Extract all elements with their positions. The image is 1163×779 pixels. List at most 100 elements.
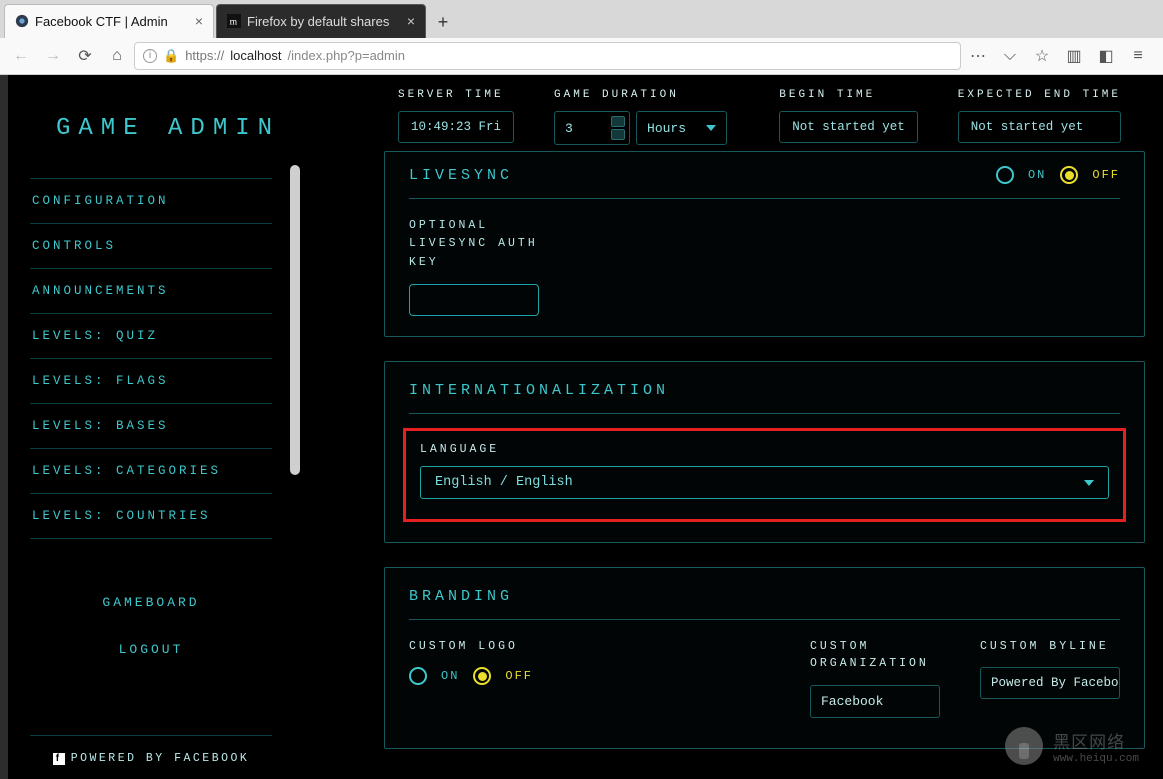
custom-org-field: CUSTOMORGANIZATION Facebook	[810, 638, 940, 718]
close-icon[interactable]: ×	[407, 13, 415, 29]
sidebar-toggle-icon[interactable]: ◧	[1091, 42, 1121, 70]
custom-byline-input[interactable]: Powered By Facebo	[980, 667, 1120, 699]
livesync-body: OPTIONAL LIVESYNC AUTH KEY	[409, 217, 1120, 316]
sidebar: GAME ADMIN CONFIGURATION CONTROLS ANNOUN…	[8, 75, 294, 779]
watermark-text: 黑区网络	[1053, 733, 1125, 752]
end-time-field: EXPECTED END TIME Not started yet	[958, 89, 1121, 145]
logo-off-radio[interactable]	[473, 667, 491, 685]
custom-org-label: CUSTOMORGANIZATION	[810, 638, 940, 673]
sidebar-nav: CONFIGURATION CONTROLS ANNOUNCEMENTS LEV…	[30, 178, 272, 539]
sidebar-item-levels-categories[interactable]: LEVELS: CATEGORIES	[30, 448, 272, 493]
begin-time-value: Not started yet	[779, 111, 918, 143]
i18n-panel: INTERNATIONALIZATION LANGUAGE English / …	[384, 361, 1145, 543]
svg-text:m: m	[230, 17, 238, 28]
duration-value: 3	[565, 121, 573, 136]
forward-button[interactable]: →	[38, 42, 68, 70]
off-label: OFF	[1092, 168, 1120, 182]
powered-by: f POWERED BY FACEBOOK	[30, 735, 272, 765]
custom-logo-toggle: ON OFF	[409, 667, 533, 685]
lock-icon: 🔒	[163, 48, 179, 64]
duration-unit-select[interactable]: Hours	[636, 111, 727, 145]
main-content: SERVER TIME 10:49:23 Fri GAME DURATION 3…	[294, 75, 1163, 779]
new-tab-button[interactable]: +	[428, 8, 458, 38]
reload-button[interactable]: ⟳	[70, 42, 100, 70]
url-path: /index.php?p=admin	[288, 48, 405, 63]
favicon-icon	[15, 14, 29, 28]
browser-toolbar: ← → ⟳ ⌂ i 🔒 https:// localhost/index.php?…	[0, 38, 1163, 75]
time-row: SERVER TIME 10:49:23 Fri GAME DURATION 3…	[384, 75, 1145, 151]
livesync-on-radio[interactable]	[996, 166, 1014, 184]
branding-panel: BRANDING CUSTOM LOGO ON OFF CUSTOMORGANI…	[384, 567, 1145, 749]
i18n-title: INTERNATIONALIZATION	[409, 382, 1120, 414]
duration-unit: Hours	[647, 121, 686, 136]
sidebar-item-levels-flags[interactable]: LEVELS: FLAGS	[30, 358, 272, 403]
pocket-icon[interactable]: ⌵	[995, 42, 1025, 70]
end-time-label: EXPECTED END TIME	[958, 89, 1121, 101]
custom-logo-label: CUSTOM LOGO	[409, 638, 533, 655]
sidebar-item-announcements[interactable]: ANNOUNCEMENTS	[30, 268, 272, 313]
watermark-icon	[1005, 727, 1043, 765]
watermark-sub: www.heiqu.com	[1053, 753, 1139, 765]
library-icon[interactable]: ▥	[1059, 42, 1089, 70]
off-label: OFF	[505, 669, 533, 683]
custom-byline-field: CUSTOM BYLINE Powered By Facebo	[980, 638, 1120, 718]
language-select[interactable]: English / English	[420, 466, 1109, 499]
watermark: 黑区网络 www.heiqu.com	[1005, 727, 1139, 765]
browser-tab-active[interactable]: Facebook CTF | Admin ×	[4, 4, 214, 38]
browser-chrome: Facebook CTF | Admin × m Firefox by defa…	[0, 0, 1163, 75]
close-icon[interactable]: ×	[195, 13, 203, 29]
chevron-down-icon	[1084, 480, 1094, 486]
livesync-key-input[interactable]	[409, 284, 539, 316]
sidebar-scrollbar[interactable]	[290, 165, 300, 475]
sidebar-item-levels-quiz[interactable]: LEVELS: QUIZ	[30, 313, 272, 358]
end-time-value: Not started yet	[958, 111, 1121, 143]
bookmark-icon[interactable]: ☆	[1027, 42, 1057, 70]
sidebar-item-levels-bases[interactable]: LEVELS: BASES	[30, 403, 272, 448]
server-time-field: SERVER TIME 10:49:23 Fri	[398, 89, 514, 145]
begin-time-field: BEGIN TIME Not started yet	[779, 89, 918, 145]
chevron-down-icon	[706, 125, 716, 131]
language-label: LANGUAGE	[420, 443, 1109, 456]
info-icon[interactable]: i	[143, 49, 157, 63]
begin-time-label: BEGIN TIME	[779, 89, 918, 101]
toolbar-right: ⋯ ⌵ ☆ ▥ ◧ ≡	[963, 42, 1157, 70]
back-button[interactable]: ←	[6, 42, 36, 70]
url-bar[interactable]: i 🔒 https:// localhost/index.php?p=admin	[134, 42, 961, 70]
language-value: English / English	[435, 475, 573, 490]
logo-on-radio[interactable]	[409, 667, 427, 685]
browser-tab-inactive[interactable]: m Firefox by default shares ×	[216, 4, 426, 38]
window-edge	[0, 75, 8, 779]
custom-org-input[interactable]: Facebook	[810, 685, 940, 718]
facebook-icon: f	[53, 753, 65, 765]
custom-logo-field: CUSTOM LOGO ON OFF	[409, 638, 533, 718]
livesync-panel: LIVESYNC ON OFF OPTIONAL LIVESYNC AUTH K…	[384, 151, 1145, 337]
game-duration-label: GAME DURATION	[554, 89, 727, 101]
tab-label: Firefox by default shares	[247, 14, 401, 29]
gameboard-link[interactable]: GAMEBOARD	[30, 579, 272, 626]
logout-link[interactable]: LOGOUT	[30, 626, 272, 673]
sidebar-item-controls[interactable]: CONTROLS	[30, 223, 272, 268]
branding-grid: CUSTOM LOGO ON OFF CUSTOMORGANIZATION Fa…	[409, 638, 1120, 718]
on-label: ON	[1028, 168, 1046, 182]
livesync-title: LIVESYNC	[409, 167, 513, 184]
branding-title: BRANDING	[409, 588, 1120, 620]
favicon-icon: m	[227, 14, 241, 28]
app-root: GAME ADMIN CONFIGURATION CONTROLS ANNOUN…	[0, 75, 1163, 779]
home-button[interactable]: ⌂	[102, 42, 132, 70]
url-host: localhost	[230, 48, 281, 63]
sidebar-item-levels-countries[interactable]: LEVELS: COUNTRIES	[30, 493, 272, 539]
livesync-key-label: OPTIONAL LIVESYNC AUTH KEY	[409, 217, 1120, 272]
server-time-value: 10:49:23 Fri	[398, 111, 514, 143]
powered-label: POWERED BY FACEBOOK	[71, 752, 250, 765]
sidebar-actions: GAMEBOARD LOGOUT	[30, 579, 272, 673]
spinner-icon[interactable]	[611, 116, 625, 140]
livesync-off-radio[interactable]	[1060, 166, 1078, 184]
hamburger-menu-icon[interactable]: ≡	[1123, 42, 1153, 70]
i18n-highlight: LANGUAGE English / English	[403, 428, 1126, 522]
tab-strip: Facebook CTF | Admin × m Firefox by defa…	[0, 0, 1163, 38]
sidebar-item-configuration[interactable]: CONFIGURATION	[30, 178, 272, 223]
menu-more-icon[interactable]: ⋯	[963, 42, 993, 70]
livesync-toggle: ON OFF	[996, 166, 1120, 184]
url-scheme: https://	[185, 48, 224, 63]
duration-number-input[interactable]: 3	[554, 111, 630, 145]
